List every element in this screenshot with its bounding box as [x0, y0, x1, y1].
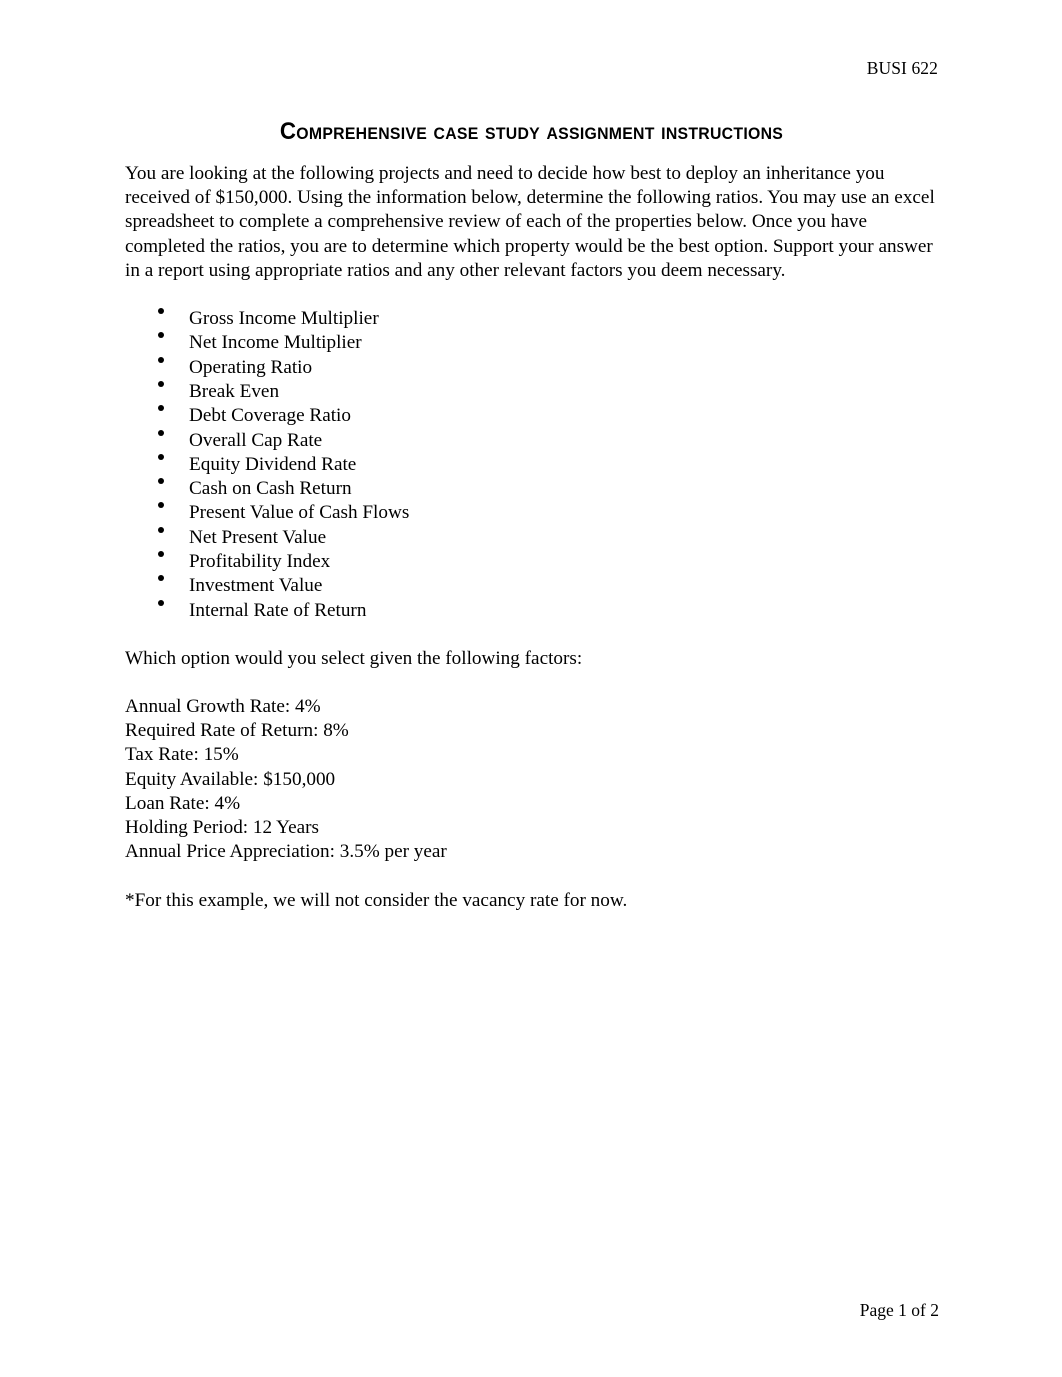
list-item-label: Present Value of Cash Flows	[189, 502, 410, 524]
list-item: Gross Income Multiplier	[125, 307, 938, 331]
list-item-label: Overall Cap Rate	[189, 429, 323, 451]
question-prompt: Which option would you select given the …	[125, 647, 583, 669]
factor-line: Holding Period: 12 Years	[125, 817, 320, 839]
spacer-after-list	[125, 623, 938, 647]
list-item-label: Net Present Value	[189, 526, 327, 548]
list-item: Debt Coverage Ratio	[125, 404, 938, 428]
list-item-label: Equity Dividend Rate	[189, 453, 357, 475]
page-title: Comprehensive Case Study Assignment Inst…	[279, 118, 784, 145]
running-header-course-code: BUSI 622	[866, 58, 938, 78]
bullet-dot-icon	[158, 453, 164, 460]
list-item: Net Income Multiplier	[125, 331, 938, 355]
list-item: Operating Ratio	[125, 356, 938, 380]
list-item-label: Debt Coverage Ratio	[189, 405, 351, 427]
document-body: Comprehensive Case Study Assignment Inst…	[125, 118, 938, 913]
factors-block: Annual Growth Rate: 4% Required Rate of …	[125, 695, 938, 864]
bullet-dot-icon	[158, 356, 164, 363]
list-item-label: Cash on Cash Return	[189, 478, 352, 500]
factor-line: Equity Available: $150,000	[125, 768, 336, 790]
factor-line: Annual Price Appreciation: 3.5% per year	[125, 841, 447, 863]
list-item-label: Operating Ratio	[189, 356, 313, 378]
list-item-label: Internal Rate of Return	[189, 599, 367, 621]
bullet-dot-icon	[158, 550, 164, 557]
list-item-label: Net Income Multiplier	[189, 332, 362, 354]
list-item-label: Gross Income Multiplier	[189, 308, 379, 330]
ratio-list: Gross Income Multiplier Net Income Multi…	[125, 307, 938, 623]
intro-paragraph: You are looking at the following project…	[125, 163, 935, 281]
list-item-label: Investment Value	[189, 575, 323, 597]
list-item: Cash on Cash Return	[125, 477, 938, 501]
bullet-dot-icon	[158, 308, 164, 315]
bullet-dot-icon	[158, 380, 164, 387]
bullet-dot-icon	[158, 502, 164, 509]
list-item-label: Profitability Index	[189, 550, 331, 572]
bullet-dot-icon	[158, 526, 164, 533]
list-item: Net Present Value	[125, 526, 938, 550]
bullet-dot-icon	[158, 405, 164, 412]
spacer-before-footnote	[125, 865, 938, 889]
factor-line: Required Rate of Return: 8%	[125, 720, 349, 742]
list-item: Break Even	[125, 380, 938, 404]
bullet-dot-icon	[158, 332, 164, 339]
list-item: Present Value of Cash Flows	[125, 501, 938, 525]
factor-line: Annual Growth Rate: 4%	[125, 696, 321, 718]
bullet-dot-icon	[158, 478, 164, 485]
list-item: Profitability Index	[125, 550, 938, 574]
list-item: Overall Cap Rate	[125, 429, 938, 453]
spacer-before-list	[125, 283, 938, 307]
bullet-dot-icon	[158, 599, 164, 606]
list-item: Internal Rate of Return	[125, 599, 938, 623]
bullet-dot-icon	[158, 575, 164, 582]
footnote-text: *For this example, we will not consider …	[125, 889, 628, 911]
list-item-label: Break Even	[189, 380, 280, 402]
running-footer-page-label: Page 1 of 2	[859, 1300, 939, 1320]
list-item: Investment Value	[125, 574, 938, 598]
factor-line: Tax Rate: 15%	[125, 744, 239, 766]
factor-line: Loan Rate: 4%	[125, 792, 241, 814]
spacer-before-factors	[125, 671, 938, 695]
bullet-dot-icon	[158, 429, 164, 436]
list-item: Equity Dividend Rate	[125, 453, 938, 477]
document-page: BUSI 622 Comprehensive Case Study Assign…	[0, 0, 1062, 1377]
